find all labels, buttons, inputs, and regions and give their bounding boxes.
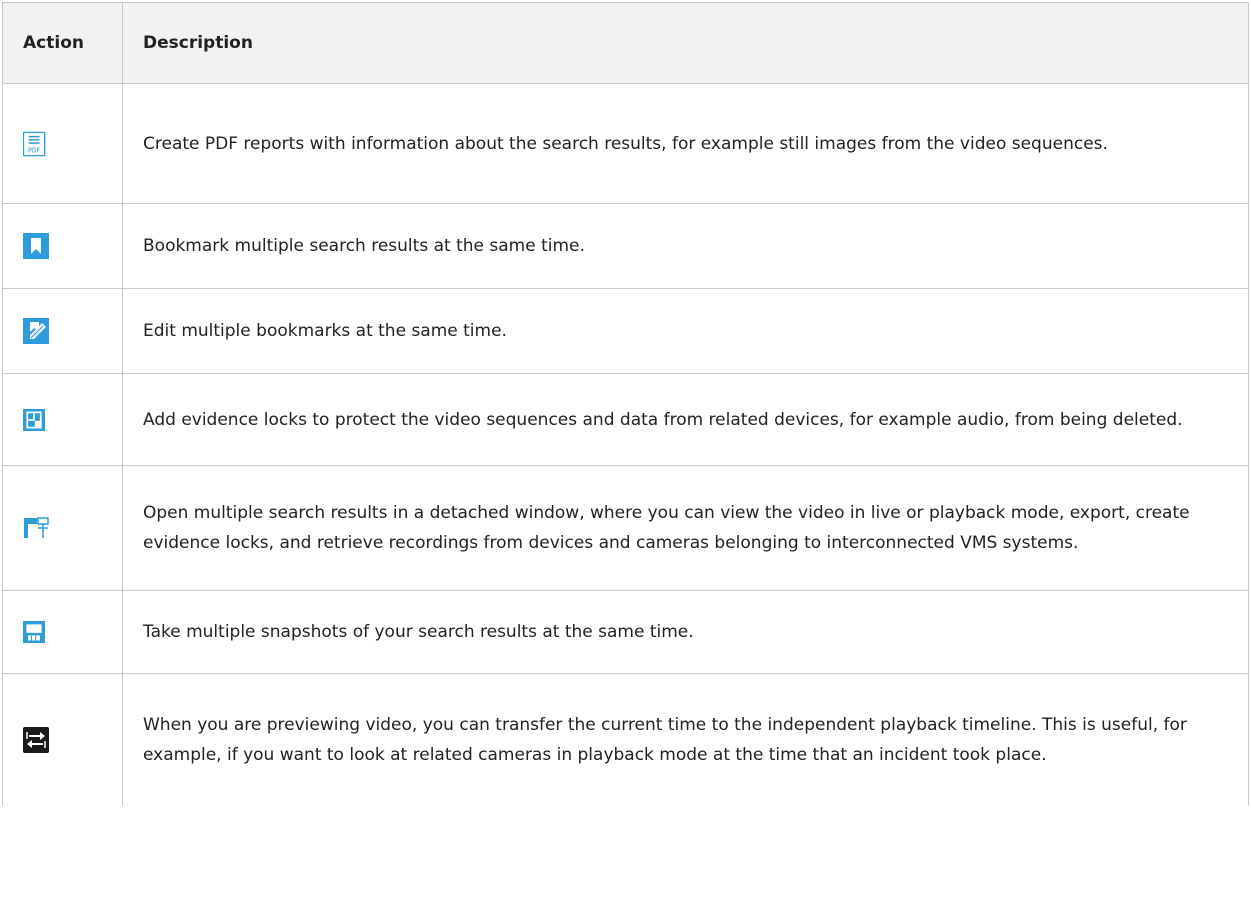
description-cell: Bookmark multiple search results at the …: [122, 203, 1249, 289]
description-cell: Take multiple snapshots of your search r…: [122, 590, 1249, 674]
action-cell: PDF: [2, 83, 123, 204]
description-cell: Create PDF reports with information abou…: [122, 83, 1249, 204]
table-row: PDF Create PDF reports with information …: [2, 83, 1249, 204]
action-cell: [2, 673, 123, 806]
bookmark-icon[interactable]: [23, 233, 49, 259]
description-cell: Edit multiple bookmarks at the same time…: [122, 288, 1249, 374]
table-header-row: Action Description: [2, 2, 1249, 84]
action-cell: [2, 288, 123, 374]
header-description: Description: [122, 2, 1249, 84]
evidence-lock-icon[interactable]: [23, 408, 45, 431]
action-cell: [2, 590, 123, 674]
table-row: Bookmark multiple search results at the …: [2, 203, 1249, 289]
transfer-time-icon[interactable]: [23, 726, 49, 753]
table-row: Open multiple search results in a detach…: [2, 465, 1249, 591]
edit-bookmark-icon[interactable]: [23, 318, 49, 344]
table-row: Edit multiple bookmarks at the same time…: [2, 288, 1249, 374]
action-cell: [2, 465, 123, 591]
description-cell: Open multiple search results in a detach…: [122, 465, 1249, 591]
table-row: Take multiple snapshots of your search r…: [2, 590, 1249, 674]
description-cell: Add evidence locks to protect the video …: [122, 373, 1249, 466]
action-cell: [2, 203, 123, 289]
detached-window-icon[interactable]: [23, 515, 49, 541]
description-cell: When you are previewing video, you can t…: [122, 673, 1249, 806]
header-action: Action: [2, 2, 123, 84]
table-row: Add evidence locks to protect the video …: [2, 373, 1249, 466]
action-cell: [2, 373, 123, 466]
actions-table: Action Description PDF Create PDF report…: [2, 2, 1249, 806]
table-row: When you are previewing video, you can t…: [2, 673, 1249, 806]
svg-text:PDF: PDF: [28, 146, 40, 154]
snapshot-icon[interactable]: [23, 621, 45, 643]
pdf-report-icon[interactable]: PDF: [23, 130, 47, 158]
